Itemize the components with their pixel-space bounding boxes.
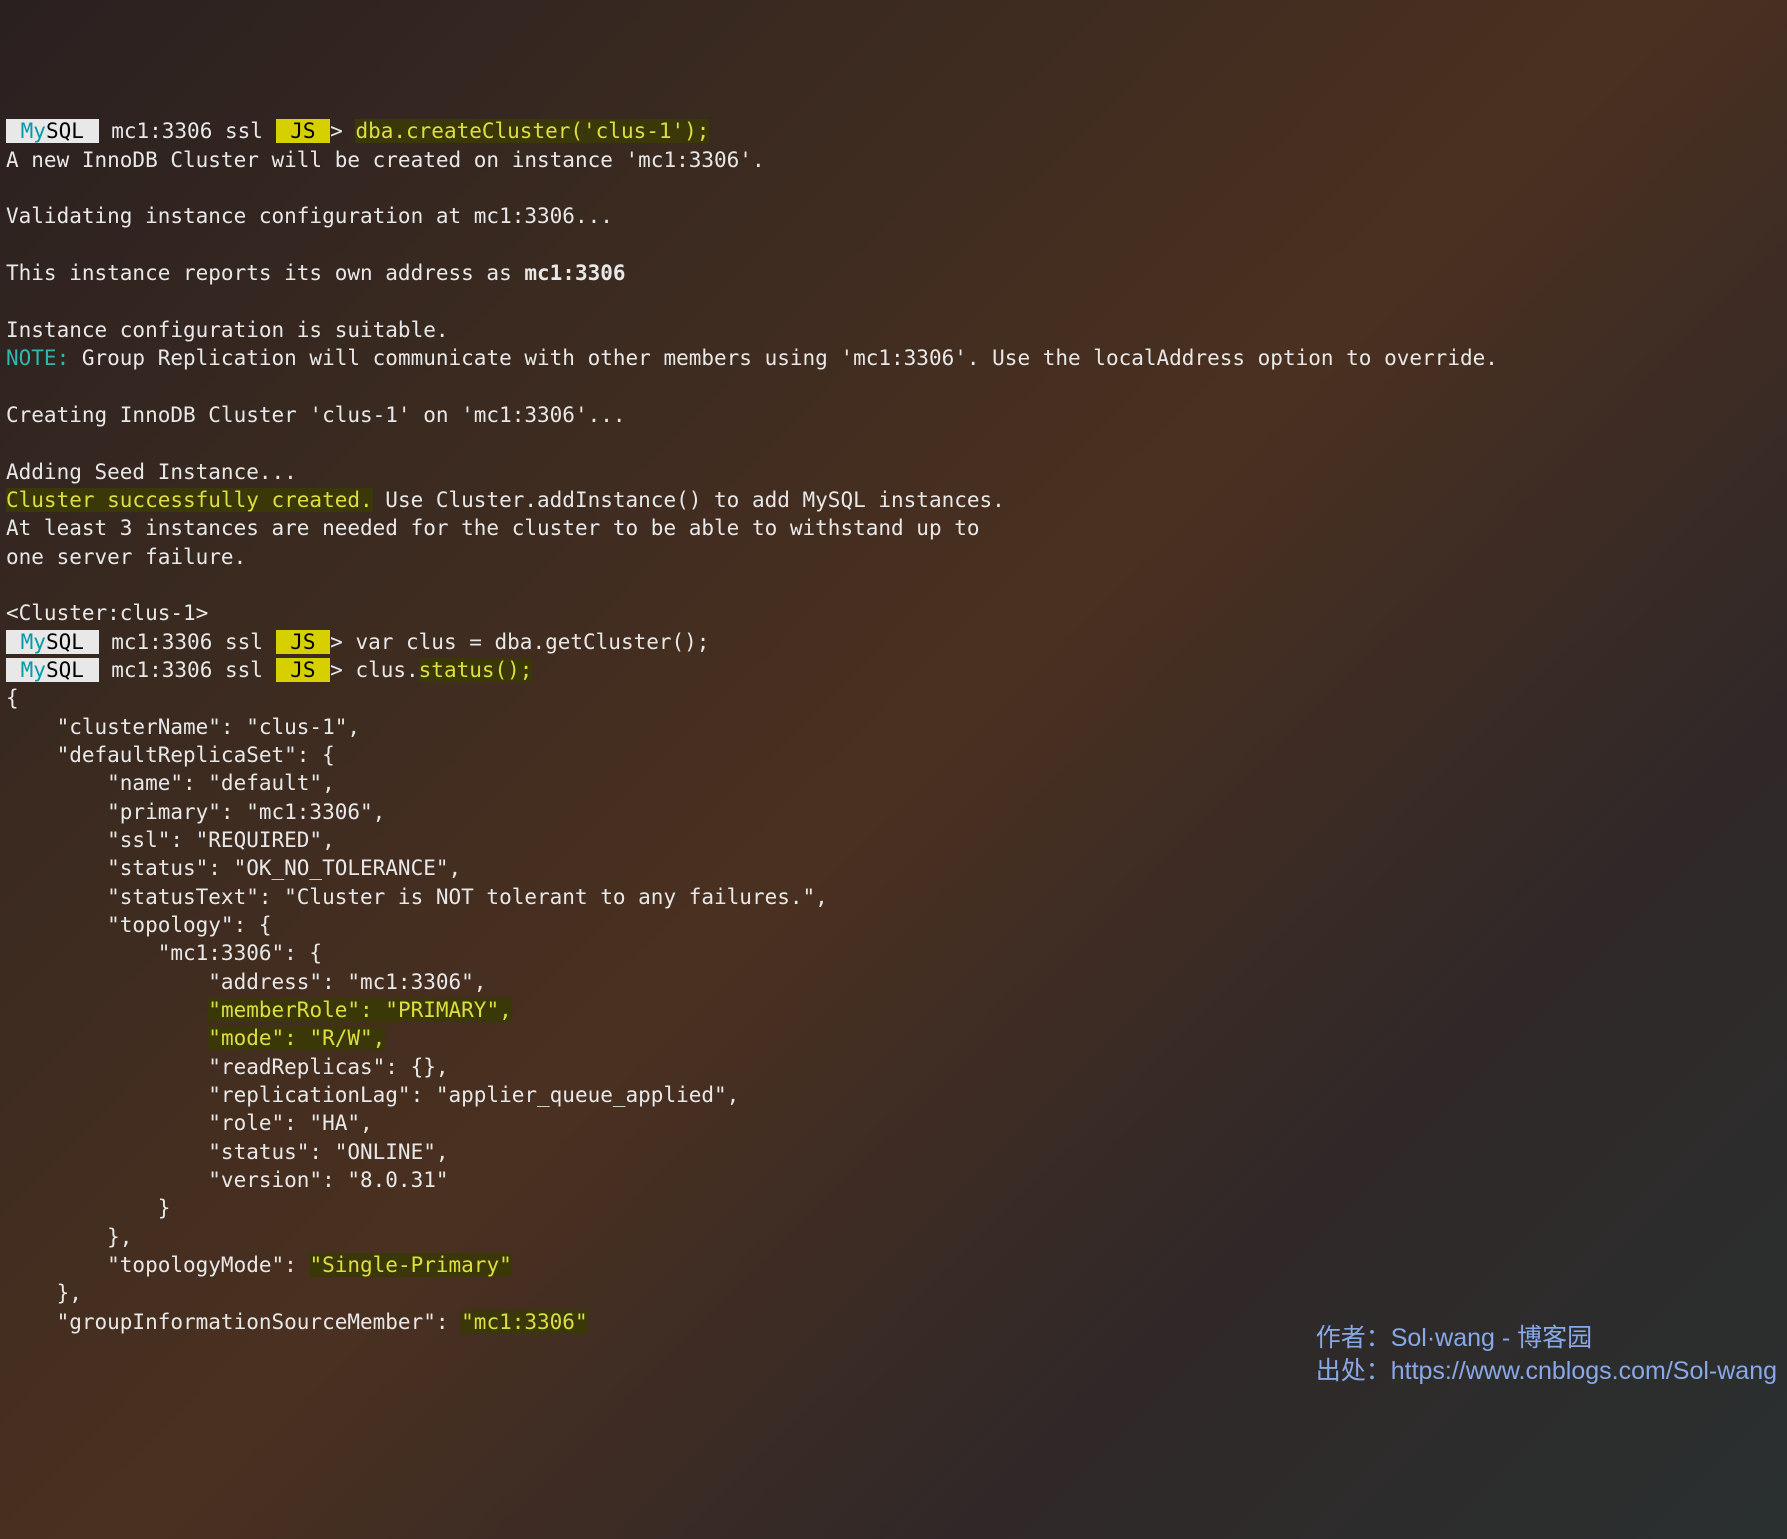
- json-output: { "clusterName": "clus-1", "defaultRepli…: [6, 686, 828, 1334]
- cluster-tag: <Cluster:clus-1>: [6, 601, 208, 625]
- watermark-author: 作者：Sol·wang - 博客园: [1316, 1324, 1592, 1352]
- output-line: Instance configuration is suitable.: [6, 318, 449, 342]
- output-line: At least 3 instances are needed for the …: [6, 516, 980, 540]
- mysql-badge: MySQL: [6, 630, 99, 654]
- output-line: Creating InnoDB Cluster 'clus-1' on 'mc1…: [6, 403, 626, 427]
- watermark: 作者：Sol·wang - 博客园 出处：https://www.cnblogs…: [1316, 1322, 1777, 1387]
- command-create-cluster: dba.createCluster('clus-1');: [355, 119, 709, 143]
- prompt-arrow: >: [330, 658, 355, 682]
- success-message: Cluster successfully created.: [6, 488, 373, 512]
- js-badge: JS: [276, 119, 331, 143]
- topology-mode-highlight: "Single-Primary": [309, 1253, 511, 1277]
- terminal-output: MySQL mc1:3306 ssl JS > dba.createCluste…: [6, 117, 1781, 1336]
- source-member-highlight: "mc1:3306": [461, 1310, 587, 1334]
- output-line: This instance reports its own address as…: [6, 261, 626, 285]
- mysql-badge: MySQL: [6, 658, 99, 682]
- prompt-line-2[interactable]: MySQL mc1:3306 ssl JS > var clus = dba.g…: [6, 630, 709, 654]
- note-label: NOTE:: [6, 346, 69, 370]
- command-get-cluster: var clus = dba.getCluster();: [355, 630, 709, 654]
- success-line: Cluster successfully created. Use Cluste…: [6, 488, 1005, 512]
- output-line: Validating instance configuration at mc1…: [6, 204, 613, 228]
- prompt-host: mc1:3306 ssl: [99, 119, 276, 143]
- js-badge: JS: [276, 658, 331, 682]
- command-status: clus.status();: [355, 658, 532, 682]
- mysql-badge: MySQL: [6, 119, 99, 143]
- member-role-highlight: "memberRole": "PRIMARY",: [208, 998, 511, 1022]
- note-line: NOTE: Group Replication will communicate…: [6, 346, 1498, 370]
- prompt-host: mc1:3306 ssl: [99, 630, 276, 654]
- prompt-line-1[interactable]: MySQL mc1:3306 ssl JS > dba.createCluste…: [6, 119, 709, 143]
- prompt-line-3[interactable]: MySQL mc1:3306 ssl JS > clus.status();: [6, 658, 532, 682]
- prompt-arrow: >: [330, 630, 355, 654]
- prompt-arrow: >: [330, 119, 355, 143]
- mode-highlight: "mode": "R/W",: [208, 1026, 385, 1050]
- prompt-host: mc1:3306 ssl: [99, 658, 276, 682]
- output-line: one server failure.: [6, 545, 246, 569]
- js-badge: JS: [276, 630, 331, 654]
- output-line: A new InnoDB Cluster will be created on …: [6, 148, 765, 172]
- output-line: Adding Seed Instance...: [6, 460, 297, 484]
- watermark-url: 出处：https://www.cnblogs.com/Sol-wang: [1316, 1357, 1777, 1385]
